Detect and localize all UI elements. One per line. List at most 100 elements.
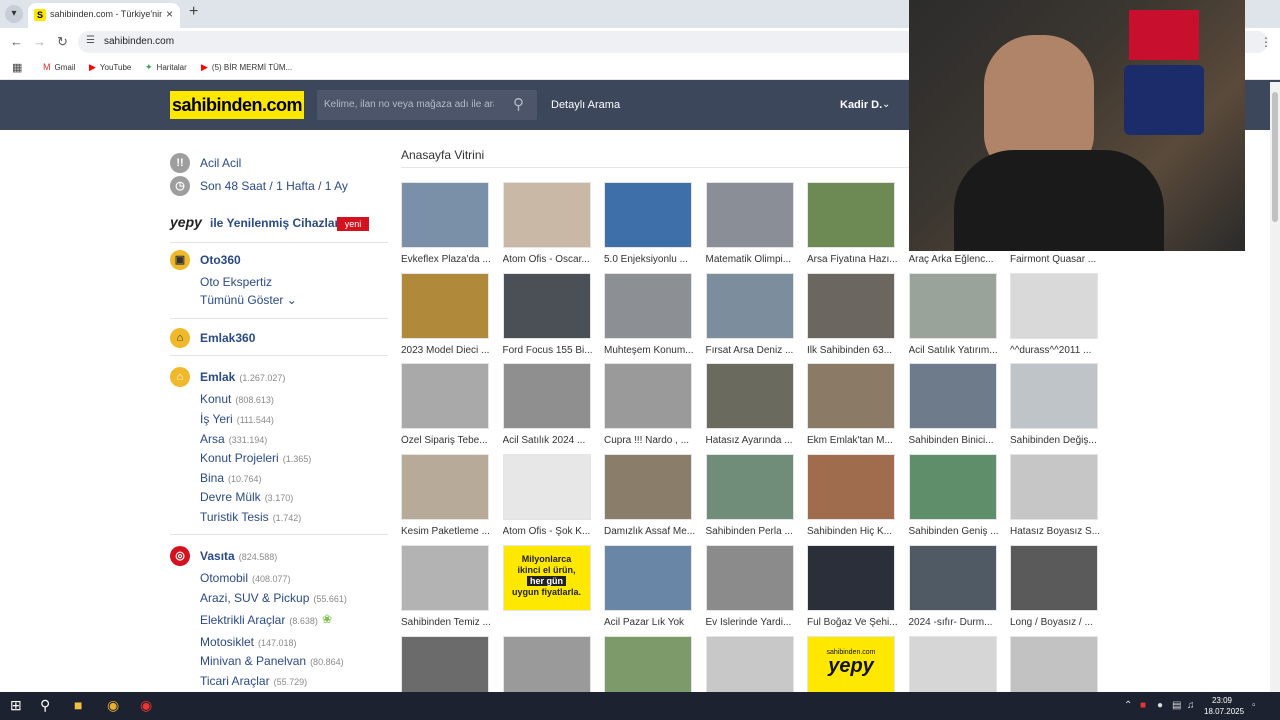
listing-card[interactable]: Hatasız Ayarında ... — [705, 363, 794, 446]
listing-title[interactable]: Hatasız Ayarında ... — [706, 435, 802, 446]
listing-title[interactable]: Matematik Olimpi... — [706, 254, 802, 265]
category-elektrikli[interactable]: Elektrikli Araçlar (8.638) — [200, 613, 318, 627]
listing-card[interactable]: Milyonlarca ikinci el ürün, her gün uygun f… — [502, 544, 591, 617]
listing-title[interactable]: Araç Arka Eğlenc... — [909, 254, 1005, 265]
listing-thumbnail[interactable] — [604, 544, 692, 611]
listing-title[interactable]: Sahibinden Temiz ... — [401, 617, 497, 628]
listing-title[interactable]: Sahibinden Binici... — [909, 435, 1005, 446]
listing-title[interactable]: Fairmont Quasar ... — [1010, 254, 1106, 265]
apps-grid-icon[interactable]: ▦ — [12, 61, 22, 74]
listing-card[interactable]: Atom Ofis - Oscar... — [502, 182, 591, 265]
listing-title[interactable]: Cupra !!! Nardo , ... — [604, 435, 700, 446]
listing-card[interactable]: Atom Ofis - Şok K... — [502, 454, 591, 537]
category-otomobil[interactable]: Otomobil (408.077) — [200, 571, 291, 585]
listing-thumbnail[interactable] — [401, 544, 489, 611]
listing-card[interactable]: Sahibinden Geniş ... — [908, 454, 999, 537]
tray-app-icon[interactable]: ■ — [1140, 700, 1146, 711]
listing-thumbnail[interactable] — [705, 544, 794, 611]
listing-title[interactable]: Acil Satılık 2024 ... — [503, 435, 599, 446]
tab-search-icon[interactable]: ▾ — [5, 5, 23, 23]
listing-title[interactable]: Atom Ofis - Oscar... — [503, 254, 599, 265]
listing-card[interactable]: 5.0 Enjeksiyonlu ... — [604, 182, 692, 265]
listing-card[interactable]: Ev Islerinde Yardi... — [705, 544, 794, 628]
listing-title[interactable]: Arsa Fiyatına Hazı... — [807, 254, 903, 265]
volume-icon[interactable]: ♫ — [1187, 700, 1195, 711]
listing-thumbnail[interactable] — [807, 272, 895, 339]
listing-thumbnail[interactable] — [908, 544, 997, 611]
listing-title[interactable]: ^^durass^^2011 ... — [1010, 345, 1106, 356]
listing-title[interactable]: 2023 Model Dieci ... — [401, 345, 497, 356]
listing-card[interactable]: Kesim Paketleme ... — [401, 454, 490, 537]
windows-start-icon[interactable]: ⊞ — [10, 697, 22, 714]
listing-card[interactable]: Muhteşem Konum... — [604, 272, 693, 356]
listing-card[interactable]: İlk Sahibinden 63... — [807, 272, 895, 356]
bookmark-youtube[interactable]: ▶ YouTube — [89, 62, 131, 73]
microphone-icon[interactable]: ● — [1157, 700, 1163, 711]
listing-thumbnail[interactable] — [502, 182, 591, 248]
listing-thumbnail[interactable] — [1010, 544, 1098, 611]
listing-card[interactable]: 2024 -sıfır- Durm... — [908, 544, 997, 628]
category-devre-mulk[interactable]: Devre Mülk (3.170) — [200, 490, 293, 504]
listing-title[interactable]: Damızlık Assaf Me... — [604, 526, 700, 537]
category-is-yeri[interactable]: İş Yeri (111.544) — [200, 412, 274, 426]
listing-title[interactable]: Evkeflex Plaza'da ... — [401, 254, 497, 265]
category-motosiklet[interactable]: Motosiklet (147.018) — [200, 635, 297, 649]
listing-thumbnail[interactable] — [401, 182, 489, 248]
listing-title[interactable]: Atom Ofis - Şok K... — [503, 526, 599, 537]
last-week-link[interactable]: 1 Hafta — [276, 179, 315, 193]
search-box[interactable]: Kelime, ilan no veya mağaza adı ile ara … — [317, 90, 537, 120]
notification-icon[interactable]: ▫ — [1252, 700, 1256, 711]
listing-card[interactable]: Matematik Olimpi... — [705, 182, 794, 265]
listing-title[interactable]: Sahibinden Geniş ... — [909, 526, 1005, 537]
listing-title[interactable]: Acil Pazar Lık Yok — [604, 617, 700, 628]
listing-title[interactable]: Sahibinden Perla ... — [706, 526, 802, 537]
listing-card[interactable]: Acil Satılık Yatırım... — [908, 272, 998, 356]
listing-card[interactable]: Sahibinden Perla ... — [705, 454, 794, 537]
listing-card[interactable]: Ford Focus 155 Bi... — [502, 272, 593, 356]
listing-title[interactable]: Sahibinden Hiç K... — [807, 526, 903, 537]
listing-title[interactable]: Kesim Paketleme ... — [401, 526, 497, 537]
listing-title[interactable]: Ful Boğaz Ve Şehi... — [807, 617, 903, 628]
listing-title[interactable]: Ekm Emlak'tan M... — [807, 435, 903, 446]
listing-thumbnail[interactable] — [908, 363, 997, 430]
listing-thumbnail[interactable] — [705, 363, 794, 430]
category-minivan[interactable]: Minivan & Panelvan (80.864) — [200, 654, 344, 668]
file-explorer-icon[interactable]: ■ — [74, 697, 82, 713]
listing-card[interactable]: Long / Boyasız / ... — [1010, 544, 1098, 628]
page-scrollbar[interactable] — [1270, 82, 1280, 692]
bookmark-maps[interactable]: ✦ Haritalar — [145, 62, 187, 73]
search-icon[interactable]: ⚲ — [40, 697, 50, 714]
listing-thumbnail[interactable] — [604, 363, 692, 430]
listing-thumbnail[interactable] — [502, 272, 591, 339]
listing-card[interactable]: Sahibinden Değiş... — [1010, 363, 1098, 446]
listing-thumbnail[interactable] — [1010, 363, 1098, 430]
listing-thumbnail[interactable] — [401, 363, 489, 430]
category-bina[interactable]: Bina (10.764) — [200, 471, 262, 485]
listing-card[interactable]: Arsa Fiyatına Hazı... — [807, 182, 898, 265]
category-arazi-suv[interactable]: Arazi, SUV & Pickup (55.661) — [200, 591, 347, 605]
listing-card[interactable]: Ekm Emlak'tan M... — [807, 363, 895, 446]
tray-expand-icon[interactable]: ⌃ — [1124, 700, 1132, 711]
category-ticari[interactable]: Ticari Araçlar (55.729) — [200, 674, 307, 688]
listing-card[interactable]: Sahibinden Temiz ... — [401, 544, 491, 628]
close-icon[interactable]: × — [166, 7, 173, 21]
listing-title[interactable]: Ford Focus 155 Bi... — [503, 345, 599, 356]
listing-thumbnail[interactable] — [604, 182, 692, 248]
listing-thumbnail[interactable] — [401, 454, 489, 521]
listing-thumbnail[interactable] — [1010, 272, 1098, 339]
chrome-icon[interactable]: ◉ — [107, 697, 119, 714]
user-menu[interactable]: Kadir D. — [840, 99, 882, 111]
listing-thumbnail[interactable] — [604, 454, 692, 521]
app-icon[interactable]: ◉ — [140, 697, 152, 714]
listing-title[interactable]: Sahibinden Değiş... — [1010, 435, 1106, 446]
last-month-link[interactable]: 1 Ay — [325, 179, 348, 193]
listing-card[interactable]: ^^durass^^2011 ... — [1010, 272, 1098, 356]
site-info-icon[interactable]: ☰ — [86, 35, 95, 46]
clock[interactable]: 23:09 18.07.2025 — [1204, 695, 1244, 717]
listing-card[interactable]: Evkeflex Plaza'da ... — [401, 182, 491, 265]
listing-card[interactable]: Fırsat Arsa Deniz ... — [705, 272, 794, 356]
listing-title[interactable]: Fırsat Arsa Deniz ... — [706, 345, 802, 356]
listing-thumbnail[interactable] — [1010, 454, 1098, 521]
category-konut-projeleri[interactable]: Konut Projeleri (1.365) — [200, 451, 311, 465]
network-icon[interactable]: ▤ — [1172, 700, 1181, 711]
